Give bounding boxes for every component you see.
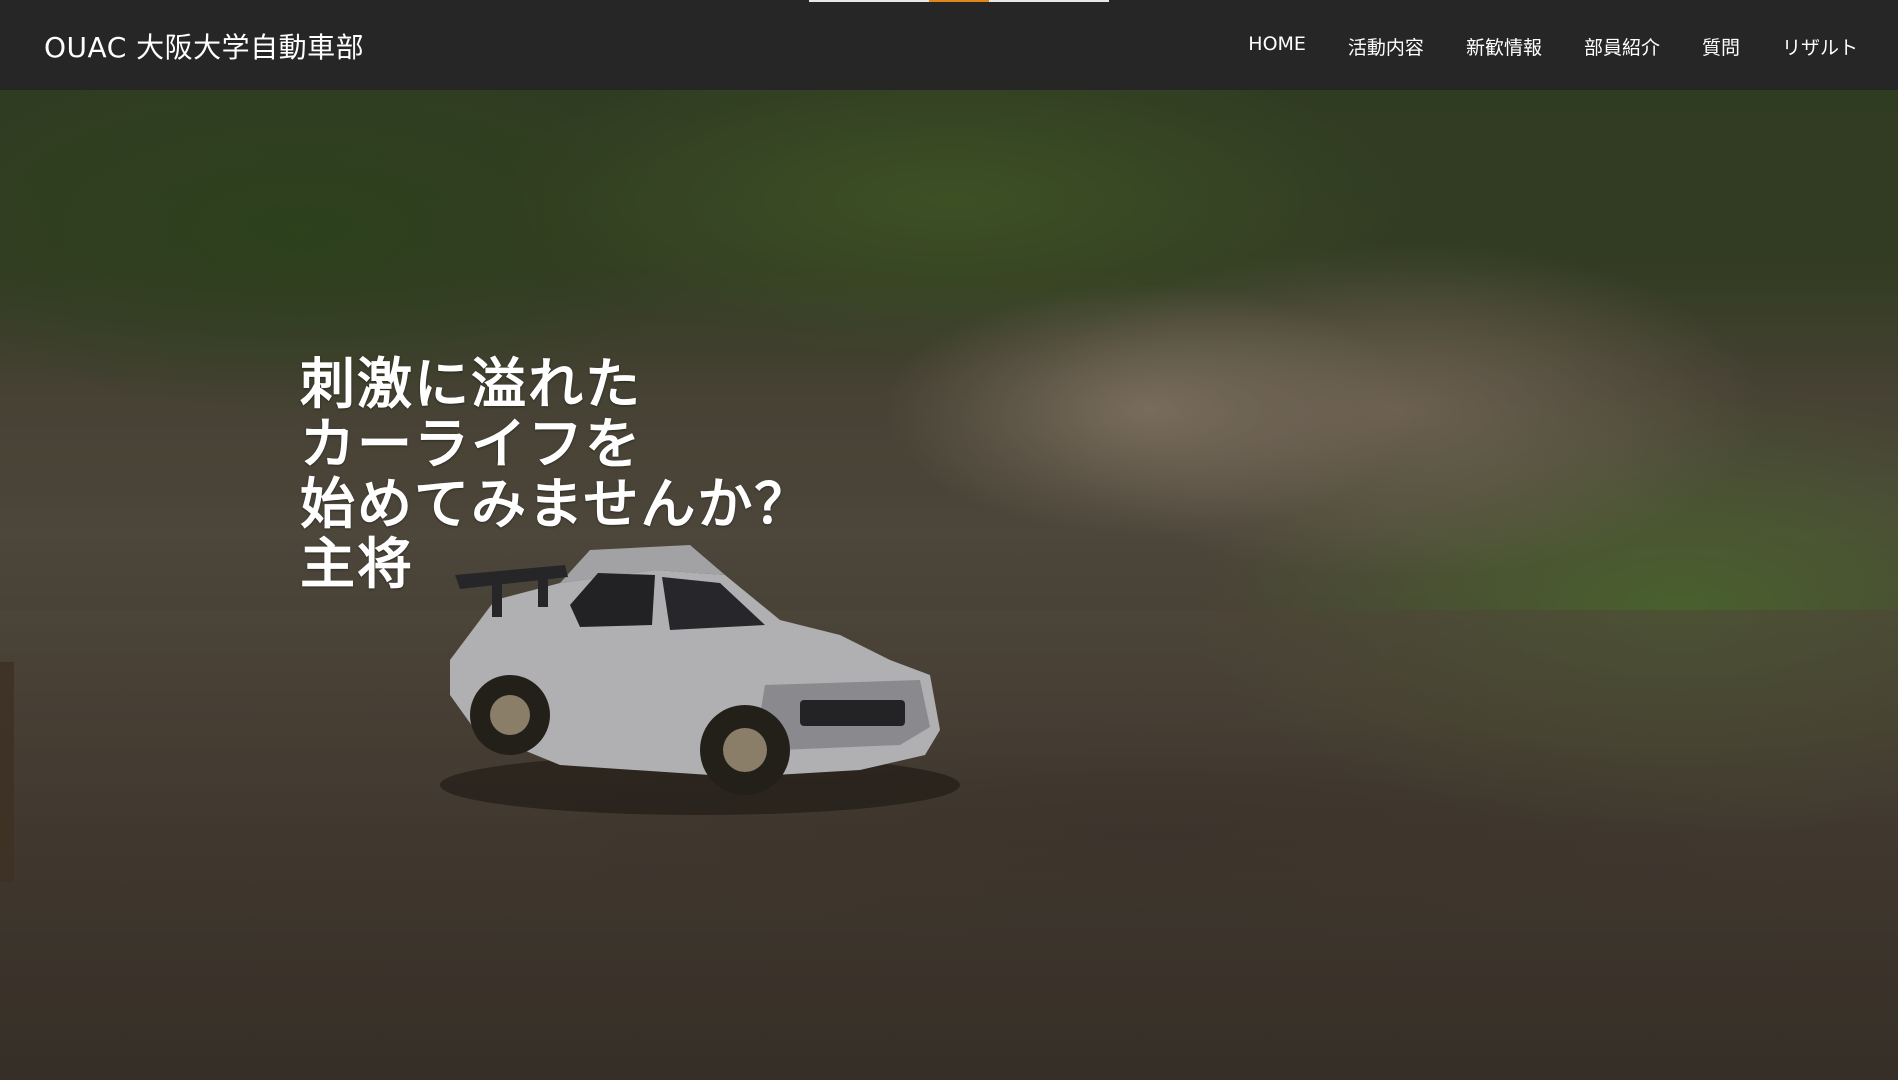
nav-results[interactable]: リザルト xyxy=(1782,33,1858,60)
site-logo-link[interactable]: OUAC 大阪大学自動車部 xyxy=(44,26,364,66)
tagline-line-2: カーライフを xyxy=(300,411,643,476)
nav-home[interactable]: HOME xyxy=(1248,33,1306,60)
scroll-progress-bar xyxy=(809,0,1109,2)
nav-activities[interactable]: 活動内容 xyxy=(1348,33,1424,60)
nav-members[interactable]: 部員紹介 xyxy=(1584,33,1660,60)
tagline-line-1: 刺激に溢れた xyxy=(300,351,643,416)
hero-dim-overlay xyxy=(0,90,1898,1080)
primary-nav: HOME 活動内容 新歓情報 部員紹介 質問 リザルト xyxy=(1248,33,1858,60)
nav-faq[interactable]: 質問 xyxy=(1702,33,1740,60)
hero-section: 刺激に溢れた カーライフを 始めてみませんか？ 主将 xyxy=(0,90,1898,1080)
site-header: OUAC 大阪大学自動車部 HOME 活動内容 新歓情報 部員紹介 質問 リザル… xyxy=(0,0,1898,90)
hero-tagline: 刺激に溢れた カーライフを 始めてみませんか？ 主将 xyxy=(300,354,811,594)
scroll-progress-fill xyxy=(929,0,989,2)
tagline-author: 主将 xyxy=(300,531,415,596)
tagline-line-3: 始めてみませんか？ xyxy=(300,471,812,536)
nav-recruitment[interactable]: 新歓情報 xyxy=(1466,33,1542,60)
